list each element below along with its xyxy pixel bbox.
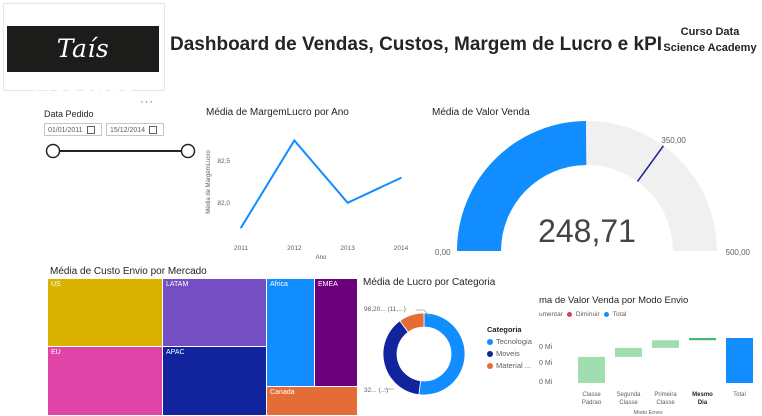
line-point	[400, 177, 402, 179]
gauge-value: 248,71	[538, 213, 636, 249]
donut-slice	[382, 320, 422, 396]
legend-dot	[603, 312, 609, 317]
waterfall-bar	[615, 347, 642, 357]
donut-slice	[418, 312, 466, 396]
wf-y-tick: 0 Mi	[539, 360, 553, 367]
treemap-label-apac: APAC	[166, 349, 185, 356]
donut-legend-title: Categoria	[487, 325, 522, 334]
gauge-chart: 248,71 0,00 500,00 350,00	[435, 121, 751, 257]
line-point	[346, 201, 349, 204]
end-date-input[interactable]: 15/12/2014	[106, 123, 164, 136]
logo-card: Taís Defante	[3, 3, 165, 109]
waterfall-bar	[652, 340, 679, 348]
slider-end-handle[interactable]	[180, 143, 196, 159]
donut-chart: 98,20... (11,...) 32... (...)	[364, 306, 466, 396]
treemap-label-africa: Africa	[270, 281, 288, 288]
line-y-tick: 82,0	[217, 200, 230, 207]
calendar-icon[interactable]	[86, 126, 95, 135]
waterfall-title: ma de Valor Venda por Modo Envio	[539, 295, 689, 306]
treemap-label-canada: Canada	[270, 389, 295, 396]
wf-x-axis-label: Modo Envio	[633, 410, 662, 416]
org-line-1: Curso Data	[680, 26, 740, 38]
waterfall-x-tick: Classe	[619, 400, 638, 406]
treemap-label-eu: EU	[51, 349, 61, 356]
line-series	[240, 138, 402, 229]
waterfall-x-tick: Classe	[582, 392, 601, 398]
legend-dot	[566, 312, 572, 317]
legend-dot	[487, 362, 493, 369]
line-x-axis-label: Ano	[316, 255, 327, 261]
treemap-tile-apac[interactable]: APAC	[163, 347, 267, 416]
waterfall-x-tick: Segunda	[616, 392, 641, 398]
line-point	[240, 226, 242, 229]
legend-label: Material ...	[496, 361, 532, 370]
donut-legend: Categoria Tecnologia Moveis Material ...	[487, 325, 532, 370]
legend-dot	[487, 350, 493, 357]
line-x-tick: 2011	[234, 245, 248, 252]
page-title: Dashboard de Vendas, Custos, Margem de L…	[170, 34, 663, 55]
waterfall-bar	[726, 338, 753, 383]
line-point	[293, 139, 296, 142]
waterfall-bar	[689, 338, 716, 341]
treemap-tile-emea[interactable]: EMEA	[315, 279, 358, 387]
treemap-label-emea: EMEA	[318, 281, 338, 288]
waterfall-x-tick: Padrao	[582, 400, 602, 406]
waterfall-x-tick: Total	[733, 392, 746, 398]
slicer-title: Data Pedido	[44, 109, 94, 119]
line-x-tick: 2012	[287, 245, 302, 252]
org-line-2: Science Academy	[663, 42, 757, 54]
treemap-tile-canada[interactable]: Canada	[267, 387, 358, 416]
logo: Taís Defante	[7, 26, 159, 109]
line-y-axis-label: Média de MargemLucro	[206, 150, 212, 214]
donut-label-bottom: 32... (...)	[364, 387, 388, 394]
waterfall-x-tick: Mesmo	[692, 392, 713, 398]
line-x-tick: 2014	[394, 245, 409, 252]
treemap-tile-africa[interactable]: Africa	[267, 279, 315, 387]
legend-dot	[487, 338, 493, 345]
donut-title: Média de Lucro por Categoria	[363, 277, 496, 288]
waterfall-x-tick: Classe	[656, 400, 675, 406]
legend-item-tecnologia[interactable]: Tecnologia	[487, 337, 532, 346]
date-range-slider[interactable]	[40, 142, 200, 160]
treemap-tile-latam[interactable]: LATAM	[163, 279, 267, 347]
legend-label: Tecnologia	[496, 337, 532, 346]
gauge-target-label: 350,00	[661, 136, 686, 145]
waterfall-bar	[578, 356, 605, 383]
treemap-chart: US LATAM Africa EMEA EU APAC Canada	[48, 279, 358, 416]
line-y-tick: 82,5	[217, 158, 230, 165]
waterfall-x-tick: Primeira	[654, 392, 677, 398]
treemap-title: Média de Custo Envio por Mercado	[50, 266, 207, 277]
more-options-icon[interactable]: ···	[140, 96, 154, 108]
treemap-tile-eu[interactable]: EU	[48, 347, 163, 416]
treemap-label-latam: LATAM	[166, 281, 189, 288]
legend-label-diminuir: Diminuir	[575, 311, 600, 318]
wf-y-tick: 0 Mi	[539, 344, 553, 351]
start-date-input[interactable]: 01/01/2011	[44, 123, 102, 136]
line-chart-title: Média de MargemLucro por Ano	[206, 107, 349, 118]
waterfall-legend: umentar Diminuir Total	[539, 311, 626, 318]
org-label: Curso Data Science Academy	[662, 24, 758, 56]
legend-label: Moveis	[496, 349, 520, 358]
legend-item-material[interactable]: Material ...	[487, 361, 532, 370]
treemap-label-us: US	[51, 281, 61, 288]
wf-y-tick: 0 Mi	[539, 379, 553, 386]
gauge-max-label: 500,00	[726, 248, 751, 257]
legend-label-total: Total	[612, 311, 627, 318]
calendar-icon[interactable]	[149, 126, 158, 135]
legend-label-aumentar: umentar	[539, 311, 563, 318]
line-chart: Média de MargemLucro Ano 2011 2012 2013 201…	[206, 138, 409, 261]
end-date-value: 15/12/2014	[110, 127, 146, 134]
treemap-tile-us[interactable]: US	[48, 279, 163, 347]
waterfall-x-tick: Dia	[698, 400, 708, 406]
slider-start-handle[interactable]	[45, 143, 61, 159]
gauge-min-label: 0,00	[435, 248, 451, 257]
start-date-value: 01/01/2011	[48, 127, 83, 134]
legend-item-moveis[interactable]: Moveis	[487, 349, 532, 358]
line-x-tick: 2013	[340, 245, 355, 252]
donut-label-top: 98,20... (11,...)	[364, 306, 406, 313]
waterfall-chart: 0 Mi 0 Mi 0 Mi Modo Envio Classe Padrao Se…	[539, 338, 753, 416]
